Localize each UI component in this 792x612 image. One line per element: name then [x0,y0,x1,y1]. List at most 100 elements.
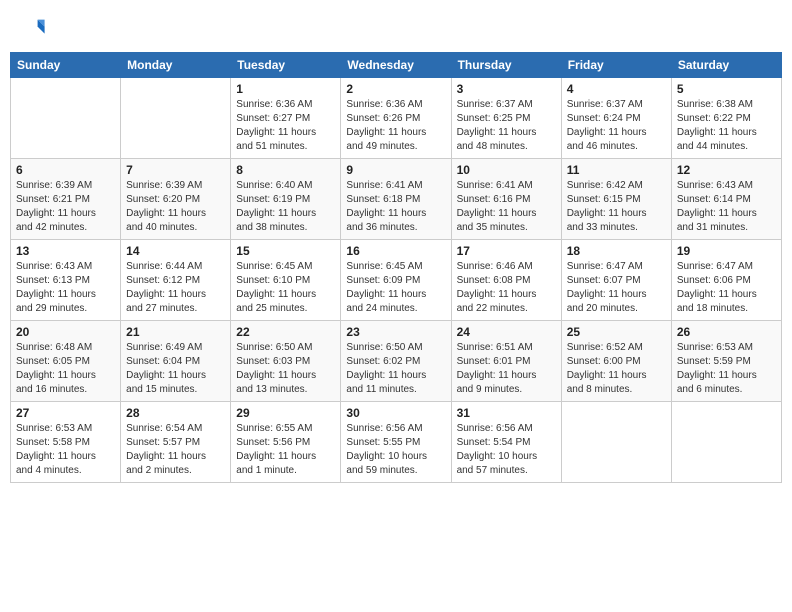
calendar-cell [561,402,671,483]
day-number: 21 [126,325,225,339]
calendar-cell: 17 Sunrise: 6:46 AMSunset: 6:08 PMDayligh… [451,240,561,321]
day-number: 11 [567,163,666,177]
day-number: 4 [567,82,666,96]
day-number: 3 [457,82,556,96]
day-info: Sunrise: 6:36 AMSunset: 6:27 PMDaylight:… [236,98,335,154]
day-number: 18 [567,244,666,258]
day-number: 7 [126,163,225,177]
calendar-cell: 5Sunrise: 6:38 AMSunset: 6:22 PMDaylight… [671,78,781,159]
calendar-cell: 18 Sunrise: 6:47 AMSunset: 6:07 PMDayligh… [561,240,671,321]
calendar-cell: 4 Sunrise: 6:37 AMSunset: 6:24 PMDaylight… [561,78,671,159]
day-number: 24 [457,325,556,339]
day-info: Sunrise: 6:37 AMSunset: 6:24 PMDaylight:… [567,98,666,154]
calendar-cell: 23Sunrise: 6:50 AMSunset: 6:02 PMDayligh… [341,321,451,402]
day-number: 22 [236,325,335,339]
calendar-cell: 29 Sunrise: 6:55 AMSunset: 5:56 PMDayligh… [231,402,341,483]
day-number: 13 [16,244,115,258]
calendar-cell [671,402,781,483]
calendar-cell: 8 Sunrise: 6:40 AMSunset: 6:19 PMDaylight… [231,159,341,240]
day-info: Sunrise: 6:49 AMSunset: 6:04 PMDaylight:… [126,341,225,397]
day-number: 29 [236,406,335,420]
day-number: 27 [16,406,115,420]
day-info: Sunrise: 6:41 AMSunset: 6:16 PMDaylight:… [457,179,556,235]
day-number: 25 [567,325,666,339]
day-info: Sunrise: 6:40 AMSunset: 6:19 PMDaylight:… [236,179,335,235]
calendar-cell: 20 Sunrise: 6:48 AMSunset: 6:05 PMDayligh… [11,321,121,402]
calendar-cell: 7 Sunrise: 6:39 AMSunset: 6:20 PMDaylight… [121,159,231,240]
day-number: 17 [457,244,556,258]
day-info: Sunrise: 6:48 AMSunset: 6:05 PMDaylight:… [16,341,115,397]
day-info: Sunrise: 6:53 AMSunset: 5:59 PMDaylight:… [677,341,776,397]
day-info: Sunrise: 6:43 AMSunset: 6:13 PMDaylight:… [16,260,115,316]
day-header-wednesday: Wednesday [341,53,451,78]
day-number: 2 [346,82,445,96]
day-number: 6 [16,163,115,177]
day-header-friday: Friday [561,53,671,78]
calendar-cell: 12 Sunrise: 6:43 AMSunset: 6:14 PMDayligh… [671,159,781,240]
day-number: 15 [236,244,335,258]
day-number: 20 [16,325,115,339]
calendar-cell: 31Sunrise: 6:56 AMSunset: 5:54 PMDayligh… [451,402,561,483]
day-number: 14 [126,244,225,258]
day-header-thursday: Thursday [451,53,561,78]
day-number: 12 [677,163,776,177]
day-number: 9 [346,163,445,177]
day-number: 10 [457,163,556,177]
day-info: Sunrise: 6:50 AMSunset: 6:03 PMDaylight:… [236,341,335,397]
calendar-cell: 30Sunrise: 6:56 AMSunset: 5:55 PMDayligh… [341,402,451,483]
day-info: Sunrise: 6:45 AMSunset: 6:09 PMDaylight:… [346,260,445,316]
day-info: Sunrise: 6:53 AMSunset: 5:58 PMDaylight:… [16,422,115,478]
day-info: Sunrise: 6:38 AMSunset: 6:22 PMDaylight:… [677,98,776,154]
day-info: Sunrise: 6:43 AMSunset: 6:14 PMDaylight:… [677,179,776,235]
calendar-cell: 16 Sunrise: 6:45 AMSunset: 6:09 PMDayligh… [341,240,451,321]
calendar-cell: 2 Sunrise: 6:36 AMSunset: 6:26 PMDaylight… [341,78,451,159]
day-number: 16 [346,244,445,258]
calendar-cell [11,78,121,159]
calendar-cell: 10 Sunrise: 6:41 AMSunset: 6:16 PMDayligh… [451,159,561,240]
day-info: Sunrise: 6:56 AMSunset: 5:55 PMDaylight:… [346,422,445,478]
day-info: Sunrise: 6:41 AMSunset: 6:18 PMDaylight:… [346,179,445,235]
calendar-cell: 28Sunrise: 6:54 AMSunset: 5:57 PMDayligh… [121,402,231,483]
page-header [10,10,782,46]
day-header-saturday: Saturday [671,53,781,78]
calendar-cell: 27 Sunrise: 6:53 AMSunset: 5:58 PMDayligh… [11,402,121,483]
day-info: Sunrise: 6:44 AMSunset: 6:12 PMDaylight:… [126,260,225,316]
day-info: Sunrise: 6:45 AMSunset: 6:10 PMDaylight:… [236,260,335,316]
day-info: Sunrise: 6:39 AMSunset: 6:20 PMDaylight:… [126,179,225,235]
day-number: 1 [236,82,335,96]
calendar-week-row: 6 Sunrise: 6:39 AMSunset: 6:21 PMDaylight… [11,159,782,240]
day-number: 19 [677,244,776,258]
calendar-week-row: 1 Sunrise: 6:36 AMSunset: 6:27 PMDaylight… [11,78,782,159]
calendar-cell: 1 Sunrise: 6:36 AMSunset: 6:27 PMDaylight… [231,78,341,159]
day-info: Sunrise: 6:50 AMSunset: 6:02 PMDaylight:… [346,341,445,397]
day-header-sunday: Sunday [11,53,121,78]
calendar-cell: 22 Sunrise: 6:50 AMSunset: 6:03 PMDayligh… [231,321,341,402]
logo-icon [18,14,46,42]
day-header-tuesday: Tuesday [231,53,341,78]
day-info: Sunrise: 6:54 AMSunset: 5:57 PMDaylight:… [126,422,225,478]
calendar-cell: 25 Sunrise: 6:52 AMSunset: 6:00 PMDayligh… [561,321,671,402]
logo [18,14,50,42]
day-header-monday: Monday [121,53,231,78]
calendar-header-row: SundayMondayTuesdayWednesdayThursdayFrid… [11,53,782,78]
day-info: Sunrise: 6:46 AMSunset: 6:08 PMDaylight:… [457,260,556,316]
calendar-week-row: 20 Sunrise: 6:48 AMSunset: 6:05 PMDayligh… [11,321,782,402]
day-number: 8 [236,163,335,177]
calendar-cell: 14 Sunrise: 6:44 AMSunset: 6:12 PMDayligh… [121,240,231,321]
calendar-cell: 13 Sunrise: 6:43 AMSunset: 6:13 PMDayligh… [11,240,121,321]
day-info: Sunrise: 6:47 AMSunset: 6:06 PMDaylight:… [677,260,776,316]
day-info: Sunrise: 6:55 AMSunset: 5:56 PMDaylight:… [236,422,335,478]
day-info: Sunrise: 6:47 AMSunset: 6:07 PMDaylight:… [567,260,666,316]
calendar-cell: 3Sunrise: 6:37 AMSunset: 6:25 PMDaylight… [451,78,561,159]
calendar-week-row: 13 Sunrise: 6:43 AMSunset: 6:13 PMDayligh… [11,240,782,321]
calendar-cell: 6 Sunrise: 6:39 AMSunset: 6:21 PMDaylight… [11,159,121,240]
day-info: Sunrise: 6:42 AMSunset: 6:15 PMDaylight:… [567,179,666,235]
day-info: Sunrise: 6:39 AMSunset: 6:21 PMDaylight:… [16,179,115,235]
day-info: Sunrise: 6:36 AMSunset: 6:26 PMDaylight:… [346,98,445,154]
calendar-cell: 21 Sunrise: 6:49 AMSunset: 6:04 PMDayligh… [121,321,231,402]
day-info: Sunrise: 6:52 AMSunset: 6:00 PMDaylight:… [567,341,666,397]
calendar-cell [121,78,231,159]
day-info: Sunrise: 6:51 AMSunset: 6:01 PMDaylight:… [457,341,556,397]
calendar-cell: 9 Sunrise: 6:41 AMSunset: 6:18 PMDaylight… [341,159,451,240]
calendar-table: SundayMondayTuesdayWednesdayThursdayFrid… [10,52,782,483]
